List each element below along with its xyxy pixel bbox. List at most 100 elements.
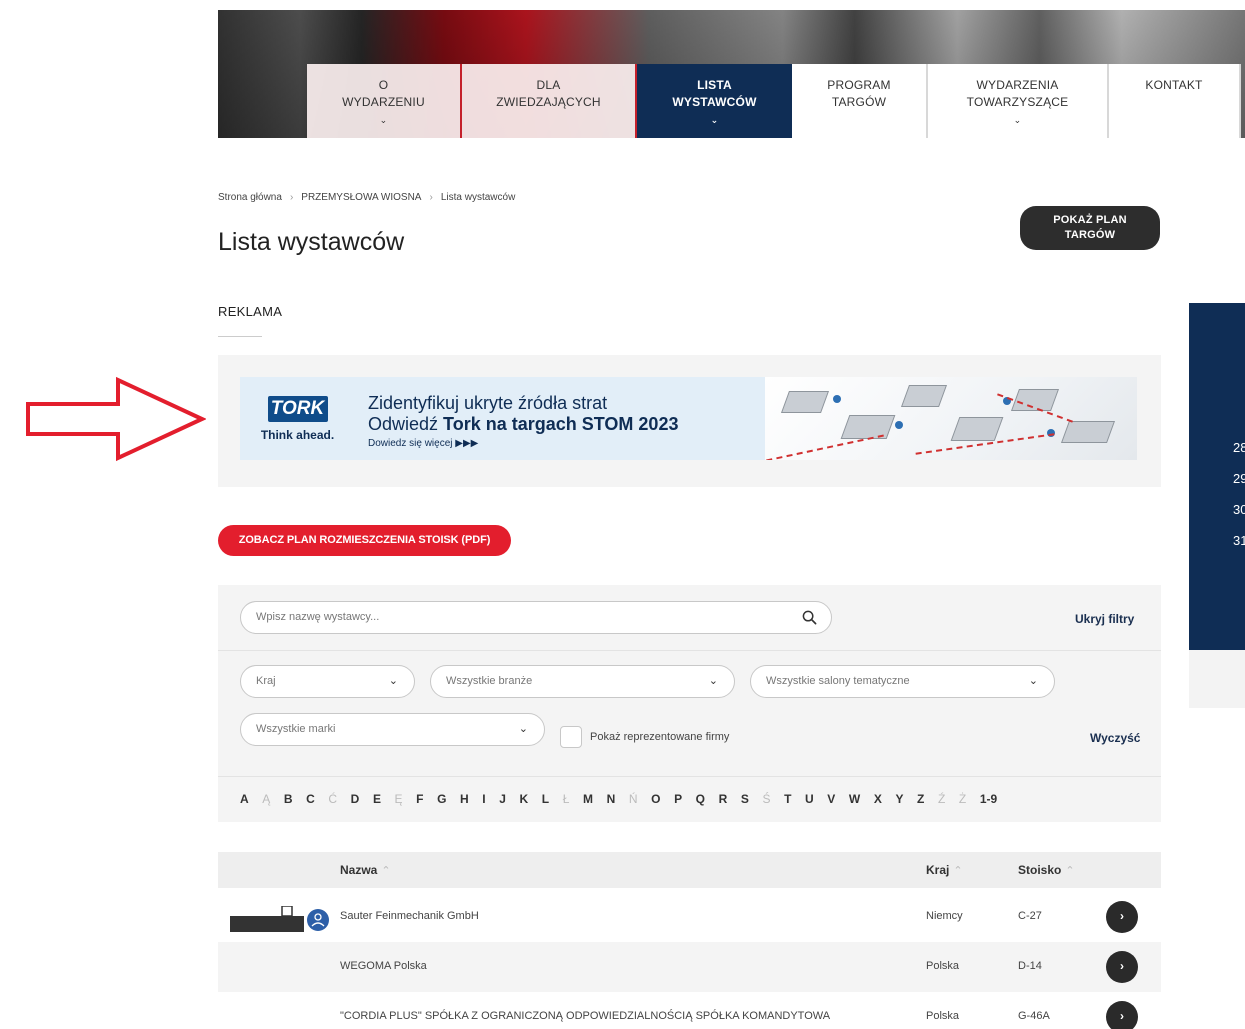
alphabet-letter[interactable]: R xyxy=(719,792,728,806)
chevron-down-icon: ⌄ xyxy=(710,115,719,125)
nav-item-targów[interactable]: PROGRAM TARGÓW xyxy=(792,64,928,138)
exhibitor-stand: D-14 xyxy=(1018,960,1042,972)
ad-learn-more-link[interactable]: Dowiedz się więcej ▶▶▶ xyxy=(368,438,678,449)
view-stand-plan-pdf-button[interactable]: ZOBACZ PLAN ROZMIESZCZENIA STOISK (PDF) xyxy=(218,525,511,556)
nav-item-wydarzeniu[interactable]: O WYDARZENIU ⌄ xyxy=(307,64,462,138)
show-fair-plan-button[interactable]: POKAŻ PLAN TARGÓW xyxy=(1020,206,1160,250)
alphabet-letter: Ż xyxy=(958,792,967,806)
table-row[interactable]: WEGOMA Polska Polska D-14 › xyxy=(218,942,1161,992)
alphabet-letter: Ź xyxy=(937,792,946,806)
nav-item-label: WYSTAWCÓW xyxy=(672,95,757,109)
exhibitor-search-input[interactable]: Wpisz nazwę wystawcy... xyxy=(240,601,832,634)
table-header: Nazwa ⌃ Kraj ⌃ Stoisko ⌃ xyxy=(218,852,1161,888)
breadcrumb-current: Lista wystawców xyxy=(440,192,516,203)
alphabet-letter[interactable]: O xyxy=(651,792,660,806)
chevron-right-icon[interactable]: › xyxy=(1106,951,1138,983)
exhibitor-stand: C-27 xyxy=(1018,910,1042,922)
chevron-down-icon: ⌄ xyxy=(1028,675,1038,687)
chevron-down-icon: ⌄ xyxy=(518,723,528,735)
exhibitor-name[interactable]: WEGOMA Polska xyxy=(340,960,427,972)
table-row[interactable]: Sauter Feinmechanik GmbH Niemcy C-27 › xyxy=(218,892,1161,942)
chevron-right-icon[interactable]: › xyxy=(1106,1001,1138,1029)
side-calendar-panel: 28 29 30 31 xyxy=(1189,303,1245,650)
alphabet-letter[interactable]: G xyxy=(437,792,446,806)
salon-select[interactable]: Wszystkie salony tematyczne ⌄ xyxy=(750,665,1055,698)
col-header-stand[interactable]: Stoisko ⌃ xyxy=(1018,863,1075,877)
tork-logo: TORK Think ahead. xyxy=(240,377,355,460)
brand-select[interactable]: Wszystkie marki ⌄ xyxy=(240,713,545,746)
alphabet-letter[interactable]: F xyxy=(416,792,423,806)
alphabet-letter[interactable]: D xyxy=(351,792,360,806)
exhibitor-country: Polska xyxy=(926,1010,960,1022)
alphabet-letter[interactable]: A xyxy=(240,792,249,806)
tork-ad-banner[interactable]: TORK Think ahead. Zidentyfikuj ukryte źr… xyxy=(240,377,1137,460)
sort-icon[interactable]: ⌃ xyxy=(1065,865,1074,877)
sauter-logo xyxy=(230,906,329,932)
alphabet-letter[interactable]: E xyxy=(373,792,381,806)
alphabet-letter[interactable]: Z xyxy=(917,792,924,806)
alphabet-letter[interactable]: T xyxy=(784,792,791,806)
alphabet-letter: Ś xyxy=(762,792,771,806)
alphabet-letter[interactable]: Q xyxy=(696,792,705,806)
alphabet-letter[interactable]: I xyxy=(482,792,485,806)
nav-item-wystawców[interactable]: LISTA WYSTAWCÓW ⌄ xyxy=(637,64,792,138)
nav-item-label: WYDARZENIU xyxy=(342,95,425,109)
breadcrumb-section[interactable]: PRZEMYSŁOWA WIOSNA xyxy=(301,192,421,203)
alphabet-letter[interactable]: Y xyxy=(895,792,903,806)
nav-item-kontakt[interactable]: KONTAKT xyxy=(1109,64,1241,138)
nav-item-label: ZWIEDZAJĄCYCH xyxy=(496,95,601,109)
industry-select[interactable]: Wszystkie branże ⌄ xyxy=(430,665,735,698)
factory-illustration xyxy=(765,377,1137,460)
alphabet-letter: Ą xyxy=(262,792,271,806)
exhibitor-name[interactable]: Sauter Feinmechanik GmbH xyxy=(340,910,479,922)
nav-item-label: TARGÓW xyxy=(831,95,887,109)
alphabet-letter[interactable]: N xyxy=(607,792,616,806)
chevron-down-icon: ⌄ xyxy=(1013,115,1022,125)
alphabet-letter[interactable]: M xyxy=(583,792,593,806)
alphabet-letter[interactable]: P xyxy=(674,792,682,806)
exhibitor-country: Polska xyxy=(926,960,960,972)
alphabet-letter[interactable]: C xyxy=(306,792,315,806)
side-date: 31 xyxy=(1233,533,1245,548)
page-title: Lista wystawców xyxy=(218,228,405,256)
clear-filters-link[interactable]: Wyczyść xyxy=(1090,731,1140,745)
ad-subheadline-bold: Tork na targach STOM 2023 xyxy=(443,414,679,434)
side-panel-footer xyxy=(1189,650,1245,708)
alphabet-letter[interactable]: B xyxy=(284,792,293,806)
col-header-name[interactable]: Nazwa ⌃ xyxy=(340,863,391,877)
sort-icon[interactable]: ⌃ xyxy=(381,865,390,877)
col-header-country-label: Kraj xyxy=(926,863,950,877)
nav-item-towarzyszące[interactable]: WYDARZENIA TOWARZYSZĄCE ⌄ xyxy=(928,64,1109,138)
exhibitor-country: Niemcy xyxy=(926,910,963,922)
country-select[interactable]: Kraj ⌄ xyxy=(240,665,415,698)
alphabet-letter[interactable]: V xyxy=(827,792,835,806)
alphabet-letter[interactable]: K xyxy=(520,792,529,806)
search-icon[interactable] xyxy=(802,610,817,625)
col-header-country[interactable]: Kraj ⌃ xyxy=(926,863,963,877)
exhibitor-name[interactable]: "CORDIA PLUS" SPÓŁKA Z OGRANICZONĄ ODPOW… xyxy=(340,1010,830,1022)
alphabet-letter[interactable]: W xyxy=(849,792,860,806)
alphabet-letter[interactable]: S xyxy=(741,792,749,806)
sort-icon[interactable]: ⌃ xyxy=(953,865,962,877)
alphabet-letter[interactable]: U xyxy=(805,792,814,806)
alphabet-letter[interactable]: X xyxy=(874,792,882,806)
divider xyxy=(218,650,1161,651)
breadcrumb-home[interactable]: Strona główna xyxy=(218,192,282,203)
exhibitor-stand: G-46A xyxy=(1018,1010,1050,1022)
breadcrumb: Strona główna › PRZEMYSŁOWA WIOSNA › Lis… xyxy=(218,192,515,203)
nav-item-label: LISTA xyxy=(697,78,732,92)
represented-companies-checkbox[interactable] xyxy=(560,726,582,748)
nav-item-label: DLA xyxy=(536,78,561,92)
breadcrumb-separator: › xyxy=(429,192,433,203)
nav-item-zwiedzających[interactable]: DLA ZWIEDZAJĄCYCH xyxy=(462,64,637,138)
alphabet-letter[interactable]: 1-9 xyxy=(980,792,997,806)
chevron-right-icon[interactable]: › xyxy=(1106,901,1138,933)
tork-brand-mark: TORK xyxy=(267,395,328,422)
alphabet-letter[interactable]: J xyxy=(499,792,506,806)
plan-button-line2: TARGÓW xyxy=(1064,229,1116,241)
side-date: 30 xyxy=(1233,502,1245,517)
alphabet-letter[interactable]: H xyxy=(460,792,469,806)
alphabet-letter[interactable]: L xyxy=(542,792,549,806)
table-row[interactable]: "CORDIA PLUS" SPÓŁKA Z OGRANICZONĄ ODPOW… xyxy=(218,992,1161,1029)
hide-filters-link[interactable]: Ukryj filtry xyxy=(1075,612,1134,626)
